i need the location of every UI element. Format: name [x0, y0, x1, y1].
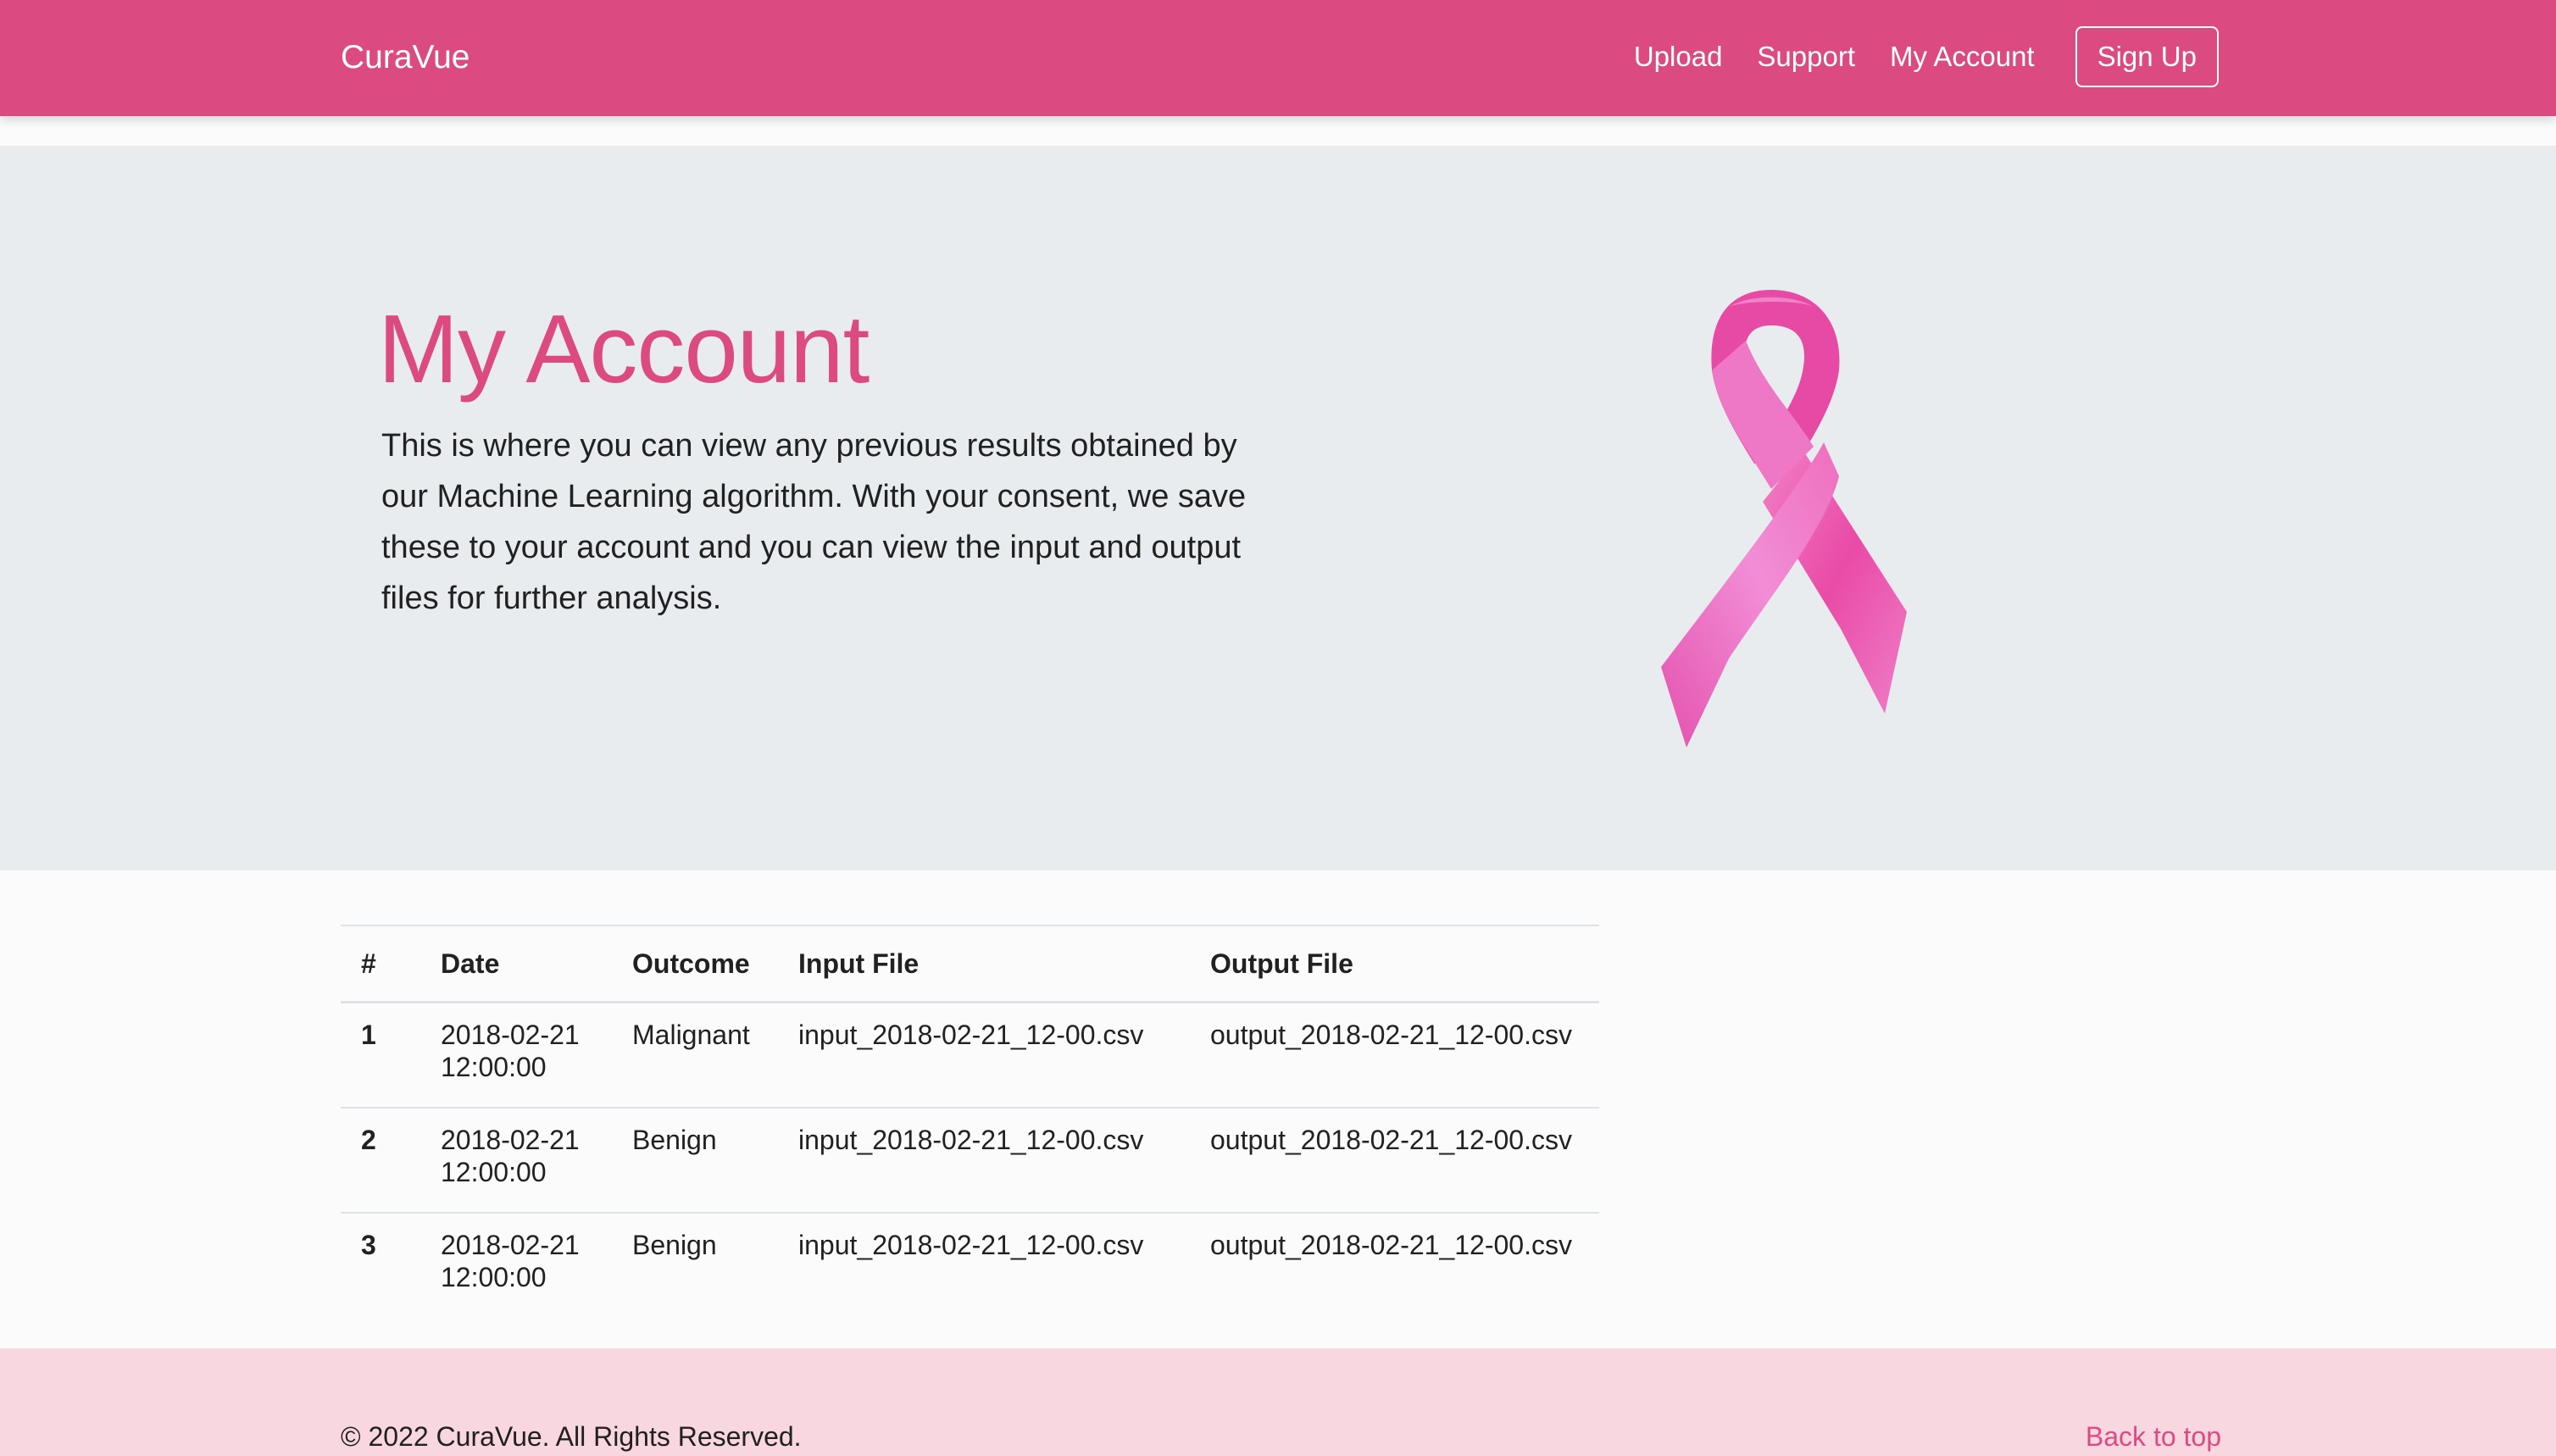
nav-support-link[interactable]: Support [1757, 41, 1855, 73]
header-number: # [341, 925, 420, 1003]
page-title: My Account [378, 296, 870, 403]
row-outcome: Benign [612, 1211, 778, 1318]
copyright-text: © 2022 CuraVue. All Rights Reserved. [341, 1421, 802, 1452]
table-row: 1 2018-02-21 12:00:00 Malignant input_20… [341, 1001, 1599, 1108]
row-input-file[interactable]: input_2018-02-21_12-00.csv [778, 1211, 1190, 1318]
footer: © 2022 CuraVue. All Rights Reserved. Bac… [0, 1348, 2556, 1456]
back-to-top-link[interactable]: Back to top [2086, 1421, 2221, 1453]
awareness-ribbon-icon [1661, 290, 1907, 747]
row-date-time: 12:00:00 [441, 1156, 547, 1187]
nav-links: Upload Support My Account Sign Up [1599, 25, 2219, 89]
row-date: 2018-02-21 12:00:00 [420, 1106, 612, 1213]
row-input-file[interactable]: input_2018-02-21_12-00.csv [778, 1106, 1190, 1213]
row-date: 2018-02-21 12:00:00 [420, 1001, 612, 1108]
header-date: Date [420, 925, 612, 1003]
row-output-file[interactable]: output_2018-02-21_12-00.csv [1190, 1211, 1599, 1318]
brand-logo[interactable]: CuraVue [341, 36, 470, 80]
row-outcome: Benign [612, 1106, 778, 1213]
row-output-file[interactable]: output_2018-02-21_12-00.csv [1190, 1001, 1599, 1108]
row-number: 2 [341, 1106, 420, 1213]
header-output-file: Output File [1190, 925, 1599, 1003]
row-date-time: 12:00:00 [441, 1052, 547, 1082]
row-number: 1 [341, 1001, 420, 1108]
row-output-file[interactable]: output_2018-02-21_12-00.csv [1190, 1106, 1599, 1213]
table-header-row: # Date Outcome Input File Output File [341, 925, 1599, 1003]
row-date-day: 2018-02-21 [441, 1124, 580, 1155]
row-outcome: Malignant [612, 1001, 778, 1108]
navbar: CuraVue Upload Support My Account Sign U… [0, 0, 2556, 116]
row-date-day: 2018-02-21 [441, 1229, 580, 1260]
nav-upload-link[interactable]: Upload [1634, 41, 1723, 73]
sign-up-button[interactable]: Sign Up [2075, 26, 2219, 87]
hero-description: This is where you can view any previous … [381, 428, 1247, 616]
table-row: 2 2018-02-21 12:00:00 Benign input_2018-… [341, 1106, 1599, 1213]
row-date-day: 2018-02-21 [441, 1020, 580, 1050]
table-row: 3 2018-02-21 12:00:00 Benign input_2018-… [341, 1211, 1599, 1318]
row-input-file[interactable]: input_2018-02-21_12-00.csv [778, 1001, 1190, 1108]
results-table: # Date Outcome Input File Output File 1 … [341, 925, 1599, 1318]
row-number: 3 [341, 1211, 420, 1318]
row-date: 2018-02-21 12:00:00 [420, 1211, 612, 1318]
hero-section: My Account This is where you can view an… [0, 146, 2556, 870]
nav-my-account-link[interactable]: My Account [1890, 41, 2035, 73]
row-date-time: 12:00:00 [441, 1261, 547, 1292]
header-input-file: Input File [778, 925, 1190, 1003]
header-outcome: Outcome [612, 925, 778, 1003]
